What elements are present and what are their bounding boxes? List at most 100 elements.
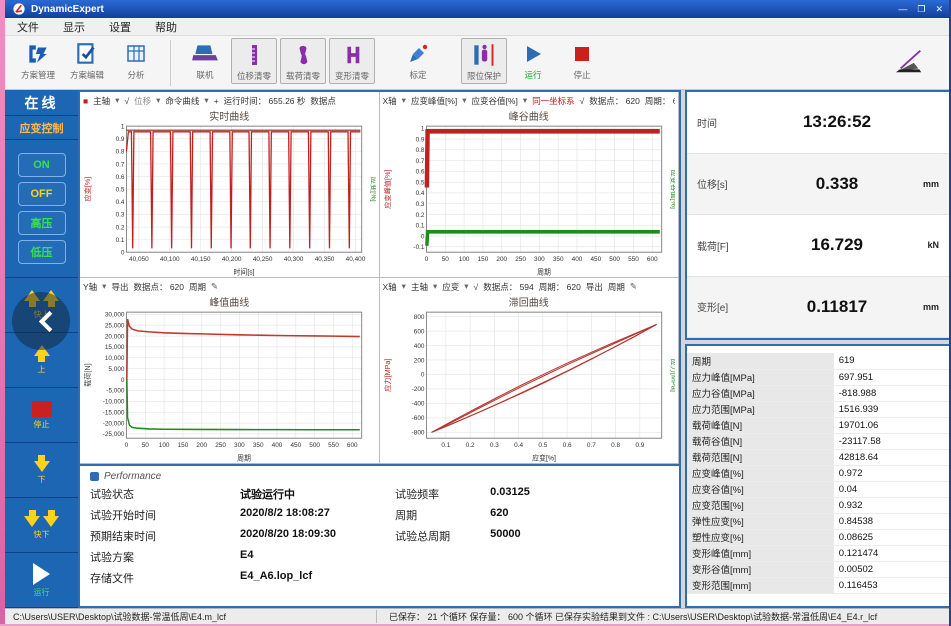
svg-text:0: 0 <box>424 256 428 263</box>
svg-text:150: 150 <box>178 442 189 449</box>
chart-hysteresis-panel: X轴▾主轴▾应变▾√数据点： 594周期： 620导出周期✎滞回曲线0.10.2… <box>380 278 680 464</box>
result-label: 塑性应变[%] <box>687 529 834 545</box>
svg-text:0.7: 0.7 <box>116 161 125 168</box>
toolbar-button-zero-deformation[interactable]: 变形清零 <box>329 38 375 84</box>
close-button[interactable]: ✕ <box>935 4 943 15</box>
result-value: 0.116453 <box>834 577 949 593</box>
toolbar-button-run[interactable]: 运行 <box>510 38 556 82</box>
chart-header-item[interactable]: + <box>214 96 219 106</box>
chart-header-item[interactable]: 数据点： 620 <box>133 281 184 293</box>
fast-down-button[interactable]: 快下 <box>5 498 78 553</box>
chart-header-item[interactable]: ▾ <box>102 281 106 292</box>
chart-header-item[interactable]: ▾ <box>156 95 160 106</box>
toolbar-button-analysis[interactable]: 分析 <box>113 38 159 82</box>
result-row: 周期619 <box>687 353 949 369</box>
toolbar: 方案管理 方案编辑 分析 联机 位移清零 载荷清零 变形清零 <box>5 36 951 90</box>
toolbar-button-stop[interactable]: 停止 <box>559 38 605 82</box>
chart-header-item[interactable]: ▾ <box>464 281 468 292</box>
brand-logo <box>891 47 929 80</box>
fast-up-button[interactable]: 快上 <box>5 278 78 333</box>
chart-header-item[interactable]: 数据点 <box>310 95 336 107</box>
chart-header-item[interactable]: ▾ <box>402 281 406 292</box>
chart-header-item[interactable]: ▾ <box>462 95 466 106</box>
chart-header-item[interactable]: 运行时间： 655.26 秒 <box>224 95 306 107</box>
svg-text:-20,000: -20,000 <box>103 420 125 427</box>
up-button[interactable]: 上 <box>5 333 78 388</box>
jog-stop-button[interactable]: 停止 <box>5 388 78 443</box>
result-row: 塑性应变[%]0.08625 <box>687 529 949 545</box>
chart-header-item[interactable]: ✎ <box>211 281 218 292</box>
toolbar-button-scheme-manage[interactable]: 方案管理 <box>15 38 61 82</box>
chart-header-item[interactable]: ▾ <box>115 95 119 106</box>
chart-header-item[interactable]: 周期： 620 <box>645 95 675 107</box>
chart-header-item[interactable]: 应变谷值[%] <box>472 95 518 107</box>
svg-text:应力[MPa]: 应力[MPa] <box>383 359 392 392</box>
chart-header-item[interactable]: X轴 <box>383 281 397 293</box>
mode-label: 在线 <box>5 90 78 116</box>
result-label: 应变峰值[%] <box>687 465 834 481</box>
toolbar-button-limit-protect[interactable]: 限位保护 <box>461 38 507 84</box>
toolbar-button-connect[interactable]: 联机 <box>182 38 228 82</box>
svg-text:100: 100 <box>159 442 170 449</box>
app-logo-icon <box>13 3 25 15</box>
performance-icon <box>90 472 99 481</box>
chart-header-item[interactable]: Y轴 <box>83 281 97 293</box>
chart-header-item[interactable]: 数据点： 594 <box>483 281 534 293</box>
chart-header-item[interactable]: 周期 <box>608 281 625 293</box>
performance-label: 周期 <box>395 507 490 523</box>
maximize-button[interactable]: ❐ <box>917 4 925 15</box>
high-pressure-button[interactable]: 高压 <box>18 211 66 235</box>
chart-header-item[interactable]: ■ <box>83 96 88 106</box>
down-button[interactable]: 下 <box>5 443 78 498</box>
chart-header-item[interactable]: 应变峰值[%] <box>411 95 457 107</box>
result-label: 载荷谷值[N] <box>687 433 834 449</box>
chart-header-item[interactable]: √ <box>580 96 585 106</box>
chart-header-item[interactable]: 周期 <box>189 281 206 293</box>
result-label: 载荷范围[N] <box>687 449 834 465</box>
control-mode-label: 应变控制 <box>5 116 78 140</box>
toolbar-button-zero-load[interactable]: 载荷清零 <box>280 38 326 84</box>
minimize-button[interactable]: — <box>898 4 907 15</box>
chart-header-item[interactable]: 主轴 <box>93 95 110 107</box>
sidebar-run-button[interactable]: 运行 <box>5 553 78 608</box>
svg-text:0.7: 0.7 <box>415 158 424 165</box>
menu-help[interactable]: 帮助 <box>155 19 177 35</box>
chart-canvas: 0.10.20.30.40.50.60.70.80.9-800-600-400-… <box>383 307 676 462</box>
menu-file[interactable]: 文件 <box>17 19 39 35</box>
chart-header-item[interactable]: ▾ <box>433 281 437 292</box>
chart-header-item[interactable]: √ <box>124 96 129 106</box>
chart-header-item[interactable]: 主轴 <box>411 281 428 293</box>
menu-settings[interactable]: 设置 <box>109 19 131 35</box>
chart-header-item[interactable]: 导出 <box>586 281 603 293</box>
chart-header-item[interactable]: ▾ <box>523 95 527 106</box>
svg-text:40,250: 40,250 <box>253 256 273 263</box>
chart-header-item[interactable]: 位移 <box>134 95 151 107</box>
chart-header-item[interactable]: ✎ <box>630 281 637 292</box>
chart-header-item[interactable]: 应变 <box>442 281 459 293</box>
chart-header-item[interactable]: √ <box>474 282 479 292</box>
chart-peak-valley-panel: X轴 ▾ 应变峰值[%] ▾ 应变谷值[%] ▾ 同一坐标系 √ 数据点： 620 周期： 620… <box>380 92 680 278</box>
svg-text:1: 1 <box>420 125 424 132</box>
svg-text:-400: -400 <box>411 401 424 408</box>
chart-header-item[interactable]: 数据点： 620 <box>589 95 640 107</box>
toolbar-button-zero-displacement[interactable]: 位移清零 <box>231 38 277 84</box>
on-button[interactable]: ON <box>18 153 66 177</box>
off-button[interactable]: OFF <box>18 182 66 206</box>
low-pressure-button[interactable]: 低压 <box>18 240 66 264</box>
readout-deformation: 变形[e] 0.11817 mm <box>687 277 949 339</box>
chart-header-item[interactable]: ▾ <box>402 95 406 106</box>
chart-header-item[interactable]: X轴 <box>383 95 397 107</box>
svg-text:-15,000: -15,000 <box>103 409 125 416</box>
toolbar-button-scheme-edit[interactable]: 方案编辑 <box>64 38 110 82</box>
menu-display[interactable]: 显示 <box>63 19 85 35</box>
result-row: 变形峰值[mm]0.121474 <box>687 545 949 561</box>
chart-header-item[interactable]: 同一坐标系 <box>532 95 575 107</box>
toolbar-button-calibration[interactable]: 标定 <box>395 38 441 82</box>
svg-text:400: 400 <box>571 256 582 263</box>
chart-header-item[interactable]: ▾ <box>204 95 208 106</box>
performance-row: 存储文件E4_A6.lop_lcf <box>90 570 391 586</box>
chart-header-item[interactable]: 命令曲线 <box>165 95 199 107</box>
performance-left-column: 试验状态试验运行中试验开始时间2020/8/2 18:08:27预期结束时间20… <box>90 486 391 586</box>
chart-header-item[interactable]: 导出 <box>111 281 128 293</box>
chart-header-item[interactable]: 周期： 620 <box>539 281 581 293</box>
